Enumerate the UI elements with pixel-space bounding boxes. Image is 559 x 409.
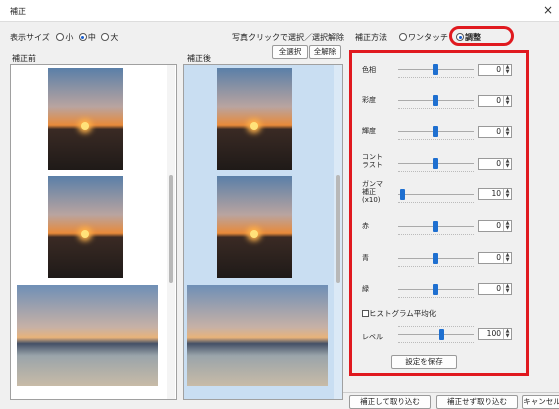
saturation-value[interactable]: 0 ▲ ▼ — [478, 95, 512, 107]
photo-hint: 写真クリックで選択／選択解除 — [232, 33, 344, 42]
hue-slider[interactable] — [398, 64, 474, 75]
saturation-slider[interactable] — [398, 95, 474, 106]
correction-method-label: 補正方法 — [355, 33, 387, 42]
close-icon[interactable]: × — [543, 3, 553, 17]
sun — [250, 230, 258, 238]
histogram-checkbox[interactable]: ヒストグラム平均化 — [362, 308, 436, 319]
before-photo-1[interactable] — [48, 68, 123, 170]
slider-knob[interactable] — [439, 329, 444, 340]
slider-knob[interactable] — [433, 221, 438, 232]
spin-arrows-icon[interactable]: ▲ ▼ — [503, 284, 511, 294]
select-all-button[interactable]: 全選択 — [272, 45, 308, 59]
slider-knob[interactable] — [433, 64, 438, 75]
saturation-label: 彩度 — [362, 96, 376, 104]
scroll-thumb[interactable] — [336, 175, 340, 283]
after-scrollbar[interactable] — [334, 65, 342, 399]
spin-arrows-icon[interactable]: ▲ ▼ — [503, 189, 511, 199]
ticks — [398, 297, 474, 299]
display-size-label: 表示サイズ — [10, 33, 50, 42]
spin-arrows-icon[interactable]: ▲ ▼ — [503, 253, 511, 263]
divider — [343, 392, 559, 393]
contrast-label: コント ラスト — [362, 153, 383, 169]
import-without-correction-button[interactable]: 補正せず取り込む — [436, 395, 518, 409]
sun — [81, 230, 89, 238]
green-value[interactable]: 0 ▲ ▼ — [478, 283, 512, 295]
red-value[interactable]: 0 ▲ ▼ — [478, 220, 512, 232]
size-option-small[interactable]: 小 — [56, 33, 73, 42]
ticks — [398, 234, 474, 236]
slider-knob[interactable] — [433, 284, 438, 295]
save-settings-button[interactable]: 設定を保存 — [391, 355, 457, 369]
green-label: 緑 — [362, 285, 369, 293]
slider-knob[interactable] — [433, 158, 438, 169]
contrast-value[interactable]: 0 ▲ ▼ — [478, 158, 512, 170]
spin-arrows-icon[interactable]: ▲ ▼ — [503, 159, 511, 169]
sun — [81, 122, 89, 130]
checkbox-icon[interactable] — [362, 310, 369, 317]
after-photo-list[interactable] — [183, 64, 343, 400]
size-option-medium[interactable]: 中 — [78, 33, 96, 42]
ticks — [398, 326, 474, 328]
method-option-onetouch[interactable]: ワンタッチ — [399, 32, 448, 43]
deselect-all-button[interactable]: 全解除 — [309, 45, 341, 59]
before-photo-2[interactable] — [48, 176, 123, 278]
brightness-slider[interactable] — [398, 126, 474, 137]
spin-arrows-icon[interactable]: ▲ ▼ — [503, 329, 511, 339]
before-panel-label: 補正前 — [12, 54, 36, 63]
ticks — [398, 266, 474, 268]
slider-knob[interactable] — [433, 253, 438, 264]
gamma-slider[interactable] — [398, 189, 474, 200]
spin-arrows-icon[interactable]: ▲ ▼ — [503, 221, 511, 231]
gamma-label: ガンマ 補正 (x10) — [362, 180, 383, 204]
blue-slider[interactable] — [398, 253, 474, 264]
apply-and-import-button[interactable]: 補正して取り込む — [349, 395, 431, 409]
before-photo-3[interactable] — [17, 285, 158, 386]
after-panel-label: 補正後 — [187, 54, 211, 63]
blue-value[interactable]: 0 ▲ ▼ — [478, 252, 512, 264]
title-bar: 補正 × — [0, 0, 559, 22]
ticks — [398, 77, 474, 79]
ticks — [398, 108, 474, 110]
ticks — [398, 342, 474, 344]
radio-selected-icon — [78, 33, 87, 41]
contrast-slider[interactable] — [398, 158, 474, 169]
highlight-oval — [449, 26, 514, 46]
brightness-label: 輝度 — [362, 127, 376, 135]
level-label: レベル — [362, 333, 383, 341]
ticks — [398, 139, 474, 141]
red-label: 赤 — [362, 222, 369, 230]
display-size-group: 表示サイズ 小 中 大 — [10, 32, 118, 43]
green-slider[interactable] — [398, 284, 474, 295]
spin-arrows-icon[interactable]: ▲ ▼ — [503, 96, 511, 106]
after-photo-2[interactable] — [217, 176, 292, 278]
ticks — [398, 202, 474, 204]
level-slider[interactable] — [398, 329, 474, 340]
ticks — [398, 171, 474, 173]
before-photo-list[interactable] — [10, 64, 177, 400]
level-value[interactable]: 100 ▲ ▼ — [478, 328, 512, 340]
radio-icon — [56, 33, 65, 41]
before-scrollbar[interactable] — [167, 65, 175, 399]
scroll-thumb[interactable] — [169, 175, 173, 283]
slider-knob[interactable] — [400, 189, 405, 200]
gamma-value[interactable]: 10 ▲ ▼ — [478, 188, 512, 200]
sun — [250, 122, 258, 130]
blue-label: 青 — [362, 254, 369, 262]
after-photo-3[interactable] — [187, 285, 328, 386]
spin-arrows-icon[interactable]: ▲ ▼ — [503, 127, 511, 137]
radio-icon — [101, 33, 110, 41]
brightness-value[interactable]: 0 ▲ ▼ — [478, 126, 512, 138]
cancel-button[interactable]: キャンセル — [522, 395, 559, 409]
size-option-large[interactable]: 大 — [101, 33, 118, 42]
hue-label: 色相 — [362, 66, 376, 74]
slider-knob[interactable] — [433, 95, 438, 106]
red-slider[interactable] — [398, 221, 474, 232]
slider-knob[interactable] — [433, 126, 438, 137]
spin-arrows-icon[interactable]: ▲ ▼ — [503, 65, 511, 75]
hue-value[interactable]: 0 ▲ ▼ — [478, 64, 512, 76]
after-photo-1[interactable] — [217, 68, 292, 170]
window-title: 補正 — [10, 7, 26, 16]
radio-icon — [399, 33, 407, 41]
